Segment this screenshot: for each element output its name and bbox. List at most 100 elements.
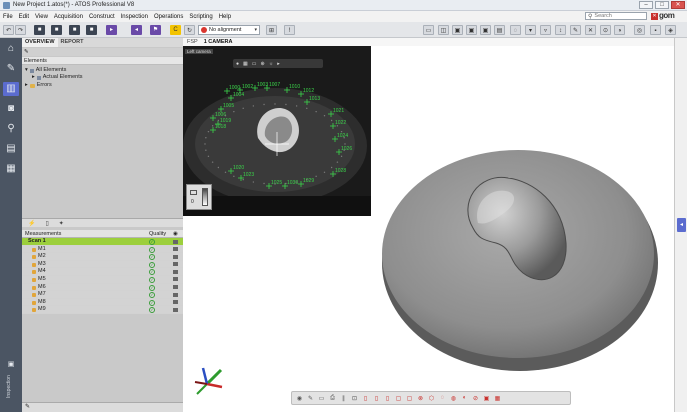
menu-acquisition[interactable]: Acquisition: [51, 14, 86, 20]
next-icon[interactable]: ▸: [277, 61, 280, 67]
pen-icon[interactable]: ✎: [307, 395, 314, 402]
eye-icon[interactable]: ◉: [173, 230, 178, 238]
zoom-icon[interactable]: ⊕: [261, 61, 265, 67]
record-icon[interactable]: ●: [236, 61, 239, 67]
flag-icon[interactable]: ⚑: [150, 25, 161, 35]
visibility-icon[interactable]: [173, 307, 178, 312]
clear-search-icon[interactable]: ✕: [651, 13, 658, 20]
expand-icon[interactable]: ▣: [3, 358, 19, 372]
measurement-row[interactable]: M9 ✓: [22, 306, 183, 314]
menu-inspection[interactable]: Inspection: [118, 14, 151, 20]
menu-file[interactable]: File: [0, 14, 16, 20]
expand-icon[interactable]: ▸: [32, 74, 35, 81]
search-box[interactable]: ⚲ ✕: [585, 12, 658, 20]
menu-scripting[interactable]: Scripting: [186, 14, 215, 20]
visibility-icon[interactable]: [173, 300, 178, 305]
info-icon[interactable]: !: [284, 25, 295, 35]
view-icon-4[interactable]: ▣: [466, 25, 477, 35]
minimize-button[interactable]: –: [639, 1, 653, 9]
filter-icon[interactable]: ⚡: [28, 220, 35, 227]
measurement-row[interactable]: M6 ✓: [22, 283, 183, 292]
alignment-tool-icon[interactable]: ⊞: [266, 25, 277, 35]
tools-icon[interactable]: ✎: [3, 62, 19, 76]
measurement-series-row[interactable]: Scan 1 ✓: [22, 238, 183, 246]
search-input[interactable]: [594, 13, 639, 19]
measurement-row[interactable]: M5 ✓: [22, 275, 183, 284]
menu-operations[interactable]: Operations: [151, 14, 186, 20]
view-icon-2[interactable]: ◫: [438, 25, 449, 35]
tab-camera[interactable]: 1 CAMERA: [202, 38, 235, 46]
close-button[interactable]: ✕: [671, 1, 685, 9]
brush-select-icon[interactable]: ◍: [450, 395, 457, 402]
grid-icon[interactable]: ▦: [243, 61, 248, 67]
sensor-icon[interactable]: ■: [86, 25, 97, 35]
frame-icon[interactable]: ▭: [252, 61, 257, 67]
visibility-icon[interactable]: [173, 239, 178, 244]
measurement-row[interactable]: M1 ✓: [22, 245, 183, 254]
surface-icon[interactable]: ▢: [406, 395, 413, 402]
search-icon[interactable]: ⚲: [3, 122, 19, 136]
view-icon-16[interactable]: ◈: [665, 25, 676, 35]
measurement-row[interactable]: M2 ✓: [22, 253, 183, 261]
polygon-icon[interactable]: ⬡: [428, 395, 435, 402]
tab-fsp[interactable]: FSP: [185, 38, 200, 46]
view-icon-9[interactable]: ▿: [540, 25, 551, 35]
plane-icon[interactable]: ▯: [373, 395, 380, 402]
undo-icon[interactable]: ↶: [3, 25, 14, 35]
deselect-icon[interactable]: ⊗: [417, 395, 424, 402]
3d-viewport[interactable]: FSP 1 CAMERA 1000 1002 1003 1004 1005 10…: [183, 38, 674, 412]
recalculate-icon[interactable]: C: [170, 25, 181, 35]
view-icon-5[interactable]: ▣: [480, 25, 491, 35]
select-icon[interactable]: ◉: [296, 395, 303, 402]
layer-icon[interactable]: ▦: [494, 395, 501, 402]
scan-mesh[interactable]: [378, 133, 658, 373]
tree-errors[interactable]: ▸ Errors: [25, 82, 52, 89]
grid-icon[interactable]: ▥: [3, 82, 19, 96]
export-icon[interactable]: ■: [69, 25, 80, 35]
camera-view[interactable]: 1000 1002 1003 1004 1005 1006 1007 1010 1012 1013…: [183, 46, 371, 216]
lasso-icon[interactable]: ◌: [439, 395, 446, 401]
view-icon-3[interactable]: ▣: [452, 25, 463, 35]
measurement-row[interactable]: M8 ✓: [22, 298, 183, 307]
collapse-icon[interactable]: ▾: [25, 67, 28, 74]
table-icon[interactable]: ▦: [3, 162, 19, 176]
menu-edit[interactable]: Edit: [16, 14, 32, 20]
refresh-icon[interactable]: ↻: [184, 25, 195, 35]
edit-icon[interactable]: ✎: [25, 404, 30, 410]
edit-icon[interactable]: ✎: [24, 49, 29, 55]
scan-icon[interactable]: ◂: [131, 25, 142, 35]
alignment-select[interactable]: No alignment ▾: [198, 25, 260, 35]
view-icon-7[interactable]: ◌: [510, 25, 521, 35]
view-icon-14[interactable]: ◑: [614, 25, 625, 35]
brush-icon[interactable]: ∥: [340, 395, 347, 402]
tab-report[interactable]: REPORT: [58, 38, 87, 47]
visibility-icon[interactable]: [173, 254, 178, 259]
expand-icon[interactable]: ▸: [25, 82, 28, 89]
tab-overview[interactable]: OVERVIEW: [22, 38, 58, 47]
measurement-row[interactable]: M4 ✓: [22, 268, 183, 276]
view-icon-1[interactable]: ▭: [423, 25, 434, 35]
sheet-icon[interactable]: ▯: [45, 220, 48, 227]
delete-icon[interactable]: ▣: [483, 395, 490, 402]
menu-construct[interactable]: Construct: [86, 14, 118, 20]
view-icon-6[interactable]: ▤: [494, 25, 505, 35]
print-icon[interactable]: ⎙: [329, 395, 336, 402]
visibility-icon[interactable]: [173, 285, 178, 290]
section-icon[interactable]: ▯: [362, 395, 369, 402]
view-icon-8[interactable]: ▾: [525, 25, 536, 35]
clip-icon[interactable]: ▢: [395, 395, 402, 402]
view-icon-15[interactable]: ▪: [650, 25, 661, 35]
invert-icon[interactable]: ◐: [461, 395, 468, 401]
settings-icon[interactable]: ✦: [59, 220, 64, 227]
view-icon-11[interactable]: ✎: [570, 25, 581, 35]
fit-icon[interactable]: ⊡: [351, 395, 358, 402]
document-icon[interactable]: ▤: [3, 142, 19, 156]
clear-selection-icon[interactable]: ⊘: [472, 395, 479, 402]
project-icon[interactable]: ■: [34, 25, 45, 35]
home-icon[interactable]: ⌂: [3, 42, 19, 56]
view-icon-13[interactable]: ⊙: [600, 25, 611, 35]
target-icon[interactable]: ◎: [634, 25, 645, 35]
visibility-icon[interactable]: [173, 262, 178, 267]
redo-icon[interactable]: ↷: [15, 25, 26, 35]
visibility-icon[interactable]: [173, 269, 178, 274]
